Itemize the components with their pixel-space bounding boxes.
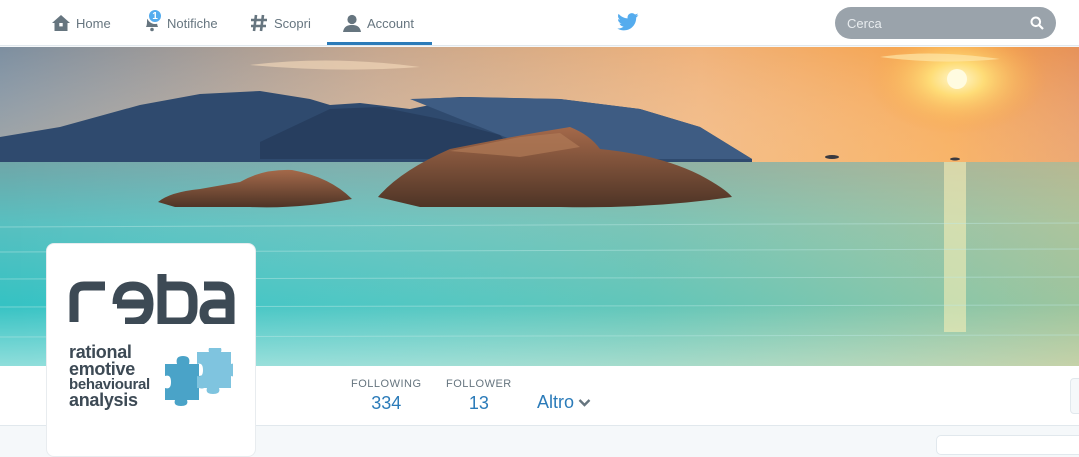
notification-count-badge: 1 [147,8,163,24]
top-navigation-bar: Home Notifiche 1 Scopri Account [0,0,1079,46]
following-label: FOLLOWING [351,378,422,390]
sidebar-card [936,435,1079,455]
reba-wordmark-graphic [69,274,235,327]
reba-logo-wordmark [69,274,235,329]
profile-avatar[interactable]: rational emotive behavioural analysis [46,243,256,457]
nav-notifications-label: Notifiche [167,15,218,31]
hashtag-icon [248,12,270,34]
followers-stat[interactable]: FOLLOWER 13 [446,378,512,414]
chevron-down-icon [578,392,591,413]
search-input[interactable] [847,15,1017,31]
following-stat[interactable]: FOLLOWING 334 [351,378,422,414]
more-label: Altro [537,392,575,412]
edit-profile-button[interactable] [1070,378,1079,414]
tagline-line-4: analysis [69,390,138,410]
search-icon[interactable] [1030,16,1044,35]
following-count: 334 [371,393,402,413]
search-box[interactable] [835,7,1056,39]
reba-tagline: rational emotive behavioural analysis [69,343,150,410]
more-dropdown-button[interactable]: Altro [537,392,591,413]
user-icon [341,12,363,34]
puzzle-pieces-icon [161,346,237,413]
nav-home-label: Home [76,15,111,31]
nav-home[interactable]: Home [50,0,111,46]
nav-account-label: Account [367,15,414,31]
nav-account[interactable]: Account [341,0,414,46]
home-icon [50,12,72,34]
twitter-bird-icon[interactable] [617,13,639,36]
followers-label: FOLLOWER [446,378,512,390]
active-tab-indicator [327,42,432,45]
nav-discover-label: Scopri [274,15,311,31]
followers-count: 13 [468,393,489,413]
nav-discover[interactable]: Scopri [248,0,311,46]
